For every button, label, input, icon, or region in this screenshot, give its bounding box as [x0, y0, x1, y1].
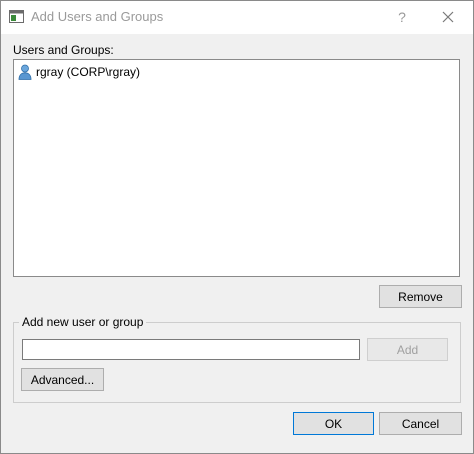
- window-icon: [9, 10, 24, 23]
- new-user-input[interactable]: [22, 339, 360, 360]
- title-bar: Add Users and Groups ?: [1, 1, 473, 34]
- cancel-button[interactable]: Cancel: [379, 412, 462, 435]
- add-user-group-label: Add new user or group: [19, 315, 147, 329]
- remove-button[interactable]: Remove: [379, 285, 462, 308]
- add-users-groups-dialog: Add Users and Groups ? Users and Groups:…: [0, 0, 474, 454]
- help-button[interactable]: ?: [385, 1, 419, 34]
- users-groups-listbox[interactable]: rgray (CORP\rgray): [13, 59, 460, 277]
- ok-button[interactable]: OK: [293, 412, 374, 435]
- list-item[interactable]: rgray (CORP\rgray): [18, 63, 140, 81]
- add-button[interactable]: Add: [367, 338, 448, 361]
- user-icon: [18, 64, 32, 80]
- users-groups-label: Users and Groups:: [13, 43, 114, 57]
- window-title: Add Users and Groups: [31, 9, 164, 24]
- help-icon: ?: [398, 9, 406, 25]
- list-item-label: rgray (CORP\rgray): [36, 65, 141, 79]
- advanced-button[interactable]: Advanced...: [21, 368, 104, 391]
- close-button[interactable]: [431, 1, 465, 34]
- close-icon: [442, 11, 454, 23]
